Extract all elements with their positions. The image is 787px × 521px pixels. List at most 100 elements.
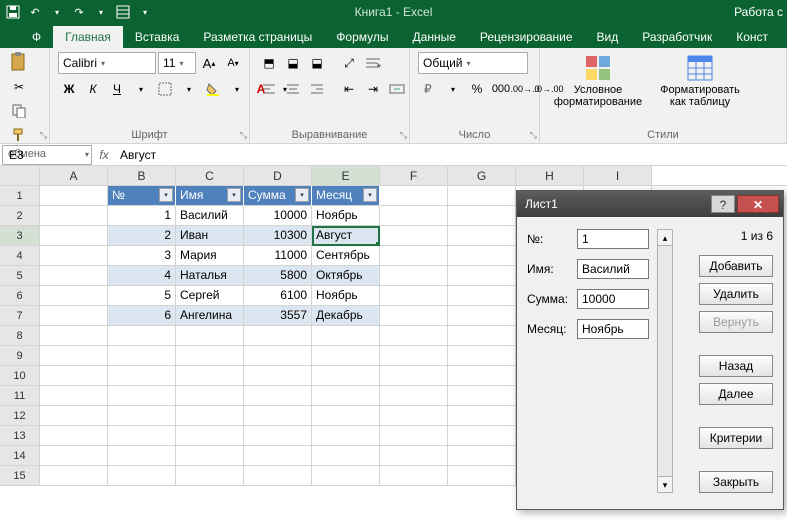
cell[interactable] — [40, 286, 108, 306]
cell[interactable] — [448, 466, 516, 486]
cell[interactable]: Сентябрь — [312, 246, 380, 266]
close-button[interactable]: ✕ — [737, 195, 779, 213]
cell[interactable] — [312, 326, 380, 346]
cell[interactable] — [176, 366, 244, 386]
cell[interactable] — [244, 466, 312, 486]
filter-dropdown-icon[interactable]: ▾ — [227, 188, 241, 202]
cell[interactable] — [312, 426, 380, 446]
chevron-down-icon[interactable]: ▾ — [48, 3, 66, 21]
underline-dropdown[interactable]: ▾ — [130, 78, 152, 100]
cell[interactable] — [108, 406, 176, 426]
cell[interactable] — [176, 326, 244, 346]
cell[interactable]: Октябрь — [312, 266, 380, 286]
cell[interactable]: 6 — [108, 306, 176, 326]
fill-color-button[interactable] — [202, 78, 224, 100]
cell[interactable] — [176, 466, 244, 486]
cell[interactable]: Имя▾ — [176, 186, 244, 206]
accounting-dropdown[interactable]: ▾ — [442, 78, 464, 100]
comma-button[interactable]: 000 — [490, 78, 512, 100]
cell[interactable]: Мария — [176, 246, 244, 266]
paste-button[interactable] — [8, 52, 30, 74]
cell[interactable] — [448, 326, 516, 346]
close-form-button[interactable]: Закрыть — [699, 471, 773, 493]
row-header[interactable]: 4 — [0, 246, 40, 266]
cell[interactable] — [244, 426, 312, 446]
form-icon[interactable] — [114, 3, 132, 21]
cell[interactable] — [380, 446, 448, 466]
cell[interactable] — [448, 346, 516, 366]
tab-data[interactable]: Данные — [401, 26, 468, 48]
cell[interactable]: 11000 — [244, 246, 312, 266]
percent-button[interactable]: % — [466, 78, 488, 100]
restore-button[interactable]: Вернуть — [699, 311, 773, 333]
format-painter-button[interactable] — [8, 124, 30, 146]
cell[interactable] — [448, 366, 516, 386]
decrease-font-button[interactable]: A▾ — [222, 52, 244, 74]
record-scrollbar[interactable]: ▴ ▾ — [657, 229, 673, 493]
cell[interactable] — [244, 326, 312, 346]
cell[interactable] — [380, 206, 448, 226]
cell[interactable] — [40, 466, 108, 486]
cell[interactable] — [312, 446, 380, 466]
number-format-combo[interactable]: Общий▾ — [418, 52, 528, 74]
cell[interactable] — [244, 366, 312, 386]
bold-button[interactable]: Ж — [58, 78, 80, 100]
tab-insert[interactable]: Вставка — [123, 26, 192, 48]
column-header[interactable]: E — [312, 166, 380, 185]
font-size-combo[interactable]: 11▾ — [158, 52, 196, 74]
dialog-titlebar[interactable]: Лист1 ? ✕ — [517, 191, 783, 217]
cell[interactable] — [448, 426, 516, 446]
cell[interactable]: Ангелина — [176, 306, 244, 326]
cell[interactable] — [244, 406, 312, 426]
cell[interactable] — [40, 306, 108, 326]
cell[interactable]: Сергей — [176, 286, 244, 306]
row-header[interactable]: 12 — [0, 406, 40, 426]
qat-customize-icon[interactable]: ▾ — [136, 3, 154, 21]
align-center-button[interactable] — [282, 78, 304, 100]
column-header[interactable]: A — [40, 166, 108, 185]
cell[interactable] — [380, 386, 448, 406]
align-left-button[interactable] — [258, 78, 280, 100]
underline-button[interactable]: Ч — [106, 78, 128, 100]
scroll-up-icon[interactable]: ▴ — [658, 230, 672, 246]
cell[interactable] — [380, 266, 448, 286]
cell[interactable] — [380, 346, 448, 366]
help-button[interactable]: ? — [711, 195, 735, 213]
row-header[interactable]: 9 — [0, 346, 40, 366]
filter-dropdown-icon[interactable]: ▾ — [295, 188, 309, 202]
cell[interactable]: 4 — [108, 266, 176, 286]
criteria-button[interactable]: Критерии — [699, 427, 773, 449]
filter-dropdown-icon[interactable]: ▾ — [159, 188, 173, 202]
cell[interactable] — [108, 366, 176, 386]
orientation-button[interactable]: ⤢ — [338, 52, 360, 74]
cell[interactable] — [380, 226, 448, 246]
cell[interactable] — [40, 206, 108, 226]
cell[interactable] — [176, 406, 244, 426]
cell[interactable] — [380, 186, 448, 206]
dialog-launcher-icon[interactable]: ⤡ — [530, 130, 537, 141]
cell[interactable] — [448, 246, 516, 266]
cell[interactable] — [40, 346, 108, 366]
cell[interactable]: 5 — [108, 286, 176, 306]
cell[interactable] — [40, 246, 108, 266]
cell[interactable] — [176, 346, 244, 366]
row-header[interactable]: 13 — [0, 426, 40, 446]
align-middle-button[interactable]: ⬓ — [282, 52, 304, 74]
column-header[interactable]: G — [448, 166, 516, 185]
cell[interactable]: Василий — [176, 206, 244, 226]
cell[interactable]: 1 — [108, 206, 176, 226]
cell[interactable] — [108, 466, 176, 486]
cell[interactable] — [448, 206, 516, 226]
dialog-launcher-icon[interactable]: ⤡ — [400, 130, 407, 141]
cell[interactable] — [40, 386, 108, 406]
decrease-indent-button[interactable]: ⇤ — [338, 78, 360, 100]
cell[interactable] — [176, 426, 244, 446]
cell[interactable] — [312, 366, 380, 386]
fx-icon[interactable]: fx — [94, 148, 114, 162]
increase-font-button[interactable]: A▴ — [198, 52, 220, 74]
cell[interactable] — [312, 406, 380, 426]
accounting-button[interactable]: ₽ — [418, 78, 440, 100]
format-as-table-button[interactable]: Форматировать как таблицу — [654, 52, 746, 110]
dialog-launcher-icon[interactable]: ⤡ — [40, 130, 47, 141]
row-header[interactable]: 10 — [0, 366, 40, 386]
